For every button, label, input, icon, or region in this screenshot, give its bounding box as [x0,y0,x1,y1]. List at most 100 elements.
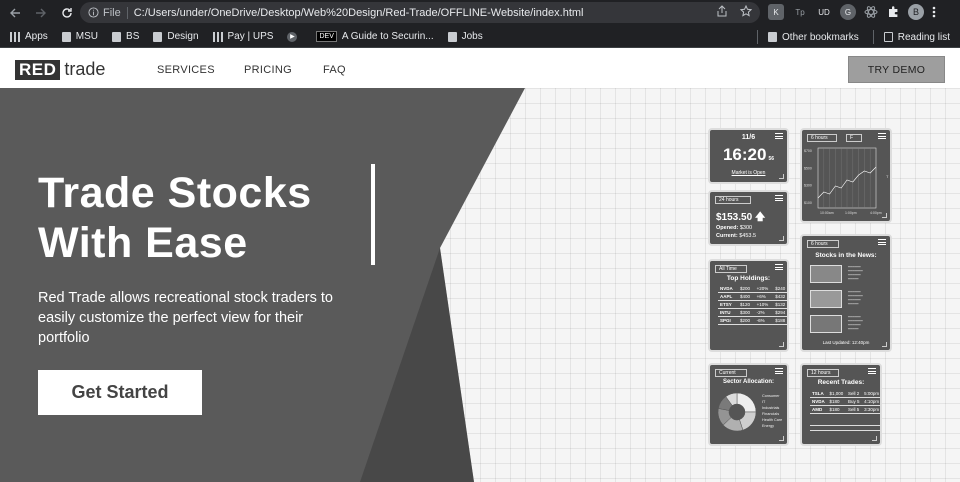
extension-tp-icon[interactable]: Tp [792,4,808,20]
range-select[interactable]: 6 hours [807,134,837,142]
table-row[interactable]: NVDA $200 +20% $240 [718,285,787,293]
table-cell: $200 [737,316,755,325]
table-cell: 5:00pm [862,390,880,398]
screen: File C:/Users/under/OneDrive/Desktop/Web… [0,0,960,482]
clock-widget[interactable]: 11/6 16:20 56 Market is Open [708,128,789,184]
bookmark-jobs[interactable]: Jobs [447,31,483,42]
table-cell: $132 [773,300,787,309]
sectors-widget[interactable]: Current Sector Allocation: Consumer IT Ind… [708,363,789,446]
symbol-select[interactable]: F [846,134,862,142]
resize-handle[interactable] [779,236,784,241]
news-thumbnail[interactable] [810,315,842,333]
up-arrow-icon: 🡅 [754,212,766,223]
address-bar[interactable]: File C:/Users/under/OneDrive/Desktop/Web… [80,2,760,23]
resize-handle[interactable] [882,342,887,347]
menu-icon[interactable] [775,195,783,201]
x-tick-label: 4:00pm [870,211,882,215]
y-tick-label: $300 [804,184,812,188]
table-cell: Buy 5 [845,397,863,406]
chart-side-label: T [886,174,889,179]
menu-icon[interactable] [878,133,886,139]
table-row[interactable]: ETSY $120 +10% $132 [718,300,787,309]
resize-handle[interactable] [779,342,784,347]
url-text[interactable]: C:/Users/under/OneDrive/Desktop/Web%20De… [134,7,584,19]
bookmark-bs[interactable]: BS [112,31,139,42]
bookmark-label: A Guide to Securin... [341,31,434,42]
back-button[interactable] [4,2,26,24]
bookmark-design[interactable]: Design [153,31,199,42]
menu-icon[interactable] [868,368,876,374]
resize-handle[interactable] [779,174,784,179]
resize-handle[interactable] [872,436,877,441]
table-cell: +20% [754,285,774,293]
range-select[interactable]: Current [715,369,747,377]
table-cell: $240 [773,285,787,293]
table-row[interactable]: TSLA $1,000 Sell 2 5:00pm [810,390,880,398]
profile-avatar[interactable]: B [908,4,924,20]
table-row[interactable]: SPGI $200 -6% $188 [718,316,787,325]
resize-handle[interactable] [882,213,887,218]
news-thumbnail[interactable] [810,290,842,308]
puzzle-extensions-icon[interactable] [886,5,900,19]
share-icon[interactable] [716,5,728,17]
extension-k-icon[interactable]: K [768,4,784,20]
table-cell: $1,000 [827,390,846,398]
bookmark-label: Apps [25,31,48,42]
trades-title: Recent Trades: [817,379,865,386]
y-tick-label: $700 [804,149,812,153]
news-widget[interactable]: 6 hours Stocks in the News: ━━━━━━ ━━━━━━… [800,234,892,352]
extension-g-icon[interactable]: G [840,4,856,20]
menu-icon[interactable] [775,368,783,374]
nav-faq[interactable]: FAQ [323,64,346,76]
opened-label: Opened: [716,225,739,231]
table-cell: $120 [737,300,755,309]
menu-icon[interactable] [878,239,886,245]
menu-icon[interactable] [775,264,783,270]
bookmark-label: Jobs [461,31,483,42]
reading-list[interactable]: Reading list [883,32,950,43]
table-row[interactable]: INTU $300 -2% $294 [718,308,787,317]
site-navbar: RED trade SERVICES PRICING FAQ TRY DEMO [0,50,960,88]
nav-services[interactable]: SERVICES [157,64,215,76]
bookmark-guide[interactable]: DEV A Guide to Securin... [316,31,434,42]
table-cell: AMD [810,405,828,414]
reload-button[interactable] [56,2,78,24]
table-row[interactable]: AAPL $400 +6% $432 [718,292,787,301]
bookmarks-bar: Apps MSU BS Design Pay | UPS ▶ DEV A Guid… [0,26,960,48]
apps-grid-icon [10,31,20,42]
chart-widget[interactable]: 6 hours F $700 $500 $300 $100 10:00am 1:00pm… [800,128,892,223]
range-select[interactable]: 12 hours [807,369,839,377]
get-started-button[interactable]: Get Started [38,370,202,415]
bookmark-apps[interactable]: Apps [10,31,48,42]
info-icon[interactable] [88,7,99,18]
table-row[interactable]: NVDA $180 Buy 5 4:10pm [810,397,880,406]
range-select[interactable]: 24 hours [715,196,751,204]
bookmark-pay-ups[interactable]: Pay | UPS [212,31,273,42]
bookmark-msu[interactable]: MSU [61,31,98,42]
logo[interactable]: RED trade [15,59,105,80]
extension-ud-icon[interactable]: UD [816,4,832,20]
react-extension-icon[interactable] [864,5,878,19]
resize-handle[interactable] [779,436,784,441]
try-demo-button[interactable]: TRY DEMO [848,56,945,83]
holdings-widget[interactable]: All Time Top Holdings: NVDA $200 +20% $240 A… [708,259,789,352]
table-cell: $432 [773,292,787,301]
range-select[interactable]: 6 hours [807,240,839,248]
kebab-menu-icon[interactable] [932,5,936,19]
bookmark-youtube[interactable]: ▶ [287,31,302,42]
other-bookmarks[interactable]: Other bookmarks [768,32,859,43]
ups-grid-icon [212,31,223,42]
nav-pricing[interactable]: PRICING [244,64,292,76]
forward-button[interactable] [30,2,52,24]
bookmarks-divider [757,30,759,44]
price-widget[interactable]: 24 hours $153.50 🡅 Opened: $300 Current:… [708,190,789,246]
table-row[interactable]: AMD $180 Sell 5 3:30pm [810,405,880,414]
trades-widget[interactable]: 12 hours Recent Trades: TSLA $1,000 Sell 2… [800,363,882,446]
clock-time-row: 16:20 56 [710,145,787,165]
back-arrow-icon [10,8,20,18]
extensions-bar: K Tp UD G B [768,4,936,20]
range-select[interactable]: All Time [715,265,747,273]
news-thumbnail[interactable] [810,265,842,283]
star-icon[interactable] [740,5,752,17]
table-cell: +10% [754,300,774,309]
